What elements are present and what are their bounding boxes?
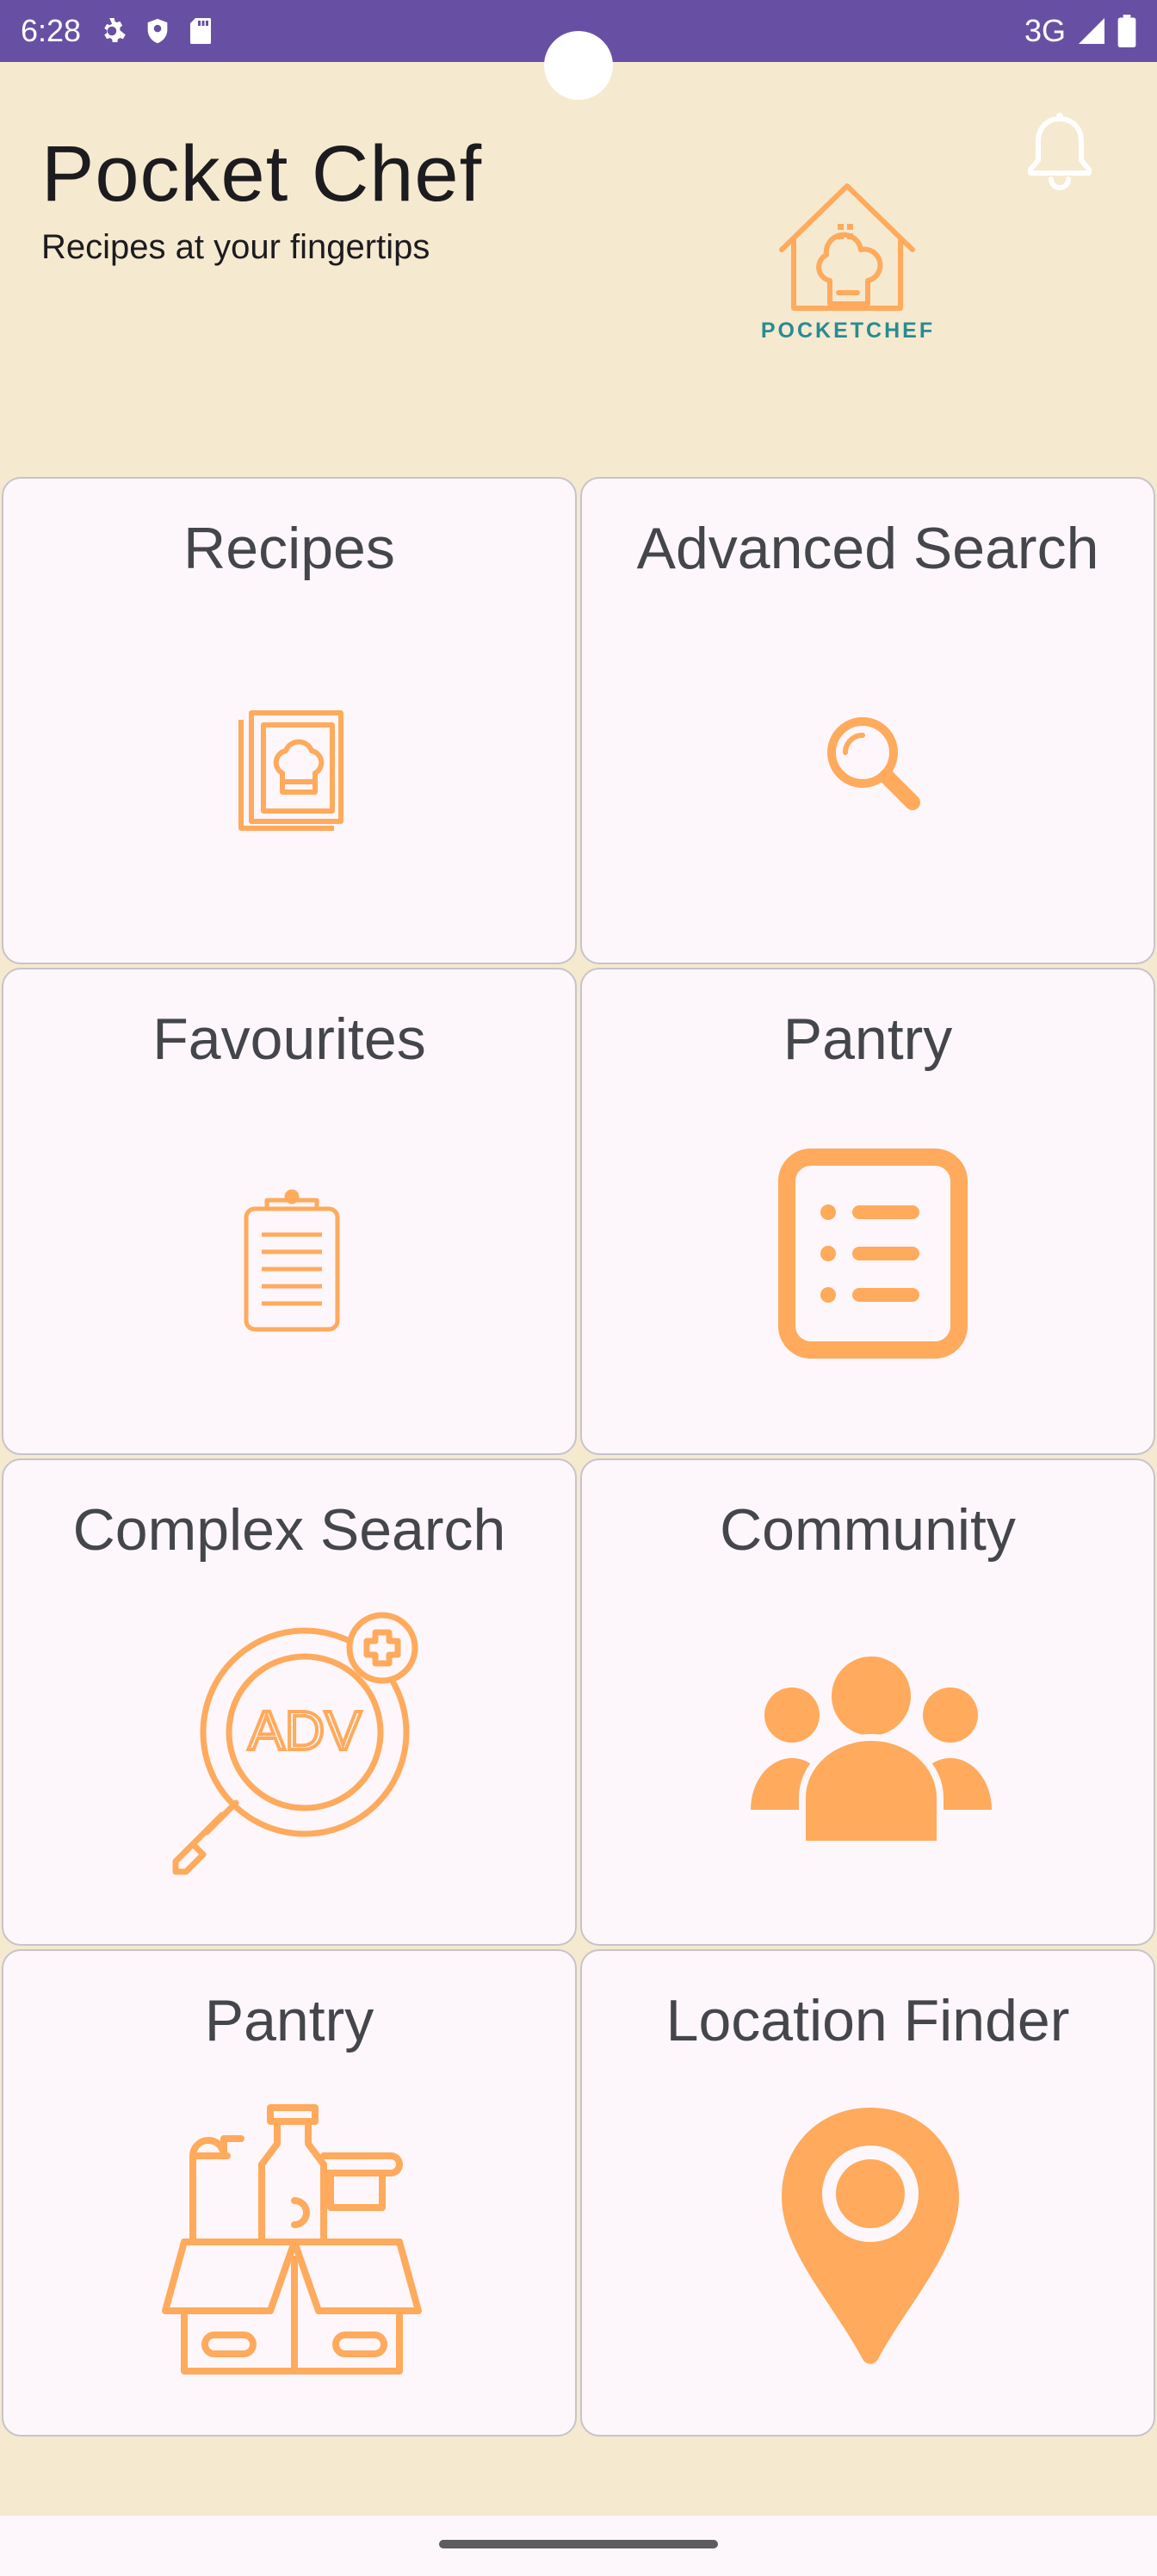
tile-pantry-grocery[interactable]: Pantry: [2, 1949, 577, 2437]
signal-icon: [1079, 18, 1104, 44]
adv-search-icon: ADV: [172, 1612, 418, 1875]
camera-cutout: [544, 31, 613, 100]
tile-recipes[interactable]: Recipes: [2, 477, 577, 964]
network-type: 3G: [1024, 13, 1066, 48]
logo-text: POCKETCHEF: [761, 319, 935, 343]
tile-community[interactable]: Community: [580, 1458, 1155, 1946]
bell-icon[interactable]: [1024, 110, 1095, 193]
svg-text:ADV: ADV: [248, 1700, 362, 1762]
pocketchef-logo: POCKETCHEF: [761, 183, 935, 343]
tile-label: Advanced Search: [636, 516, 1099, 581]
tile-location-finder[interactable]: Location Finder: [580, 1949, 1155, 2437]
list-icon: [778, 1149, 968, 1359]
location-pin-icon: [782, 2108, 959, 2364]
tile-favourites[interactable]: Favourites: [2, 968, 577, 1455]
tile-pantry-list[interactable]: Pantry: [580, 968, 1155, 1455]
tile-label: Pantry: [204, 1988, 374, 2053]
tile-label: Complex Search: [72, 1497, 506, 1563]
app-subtitle: Recipes at your fingertips: [41, 228, 430, 266]
tile-label: Favourites: [152, 1006, 426, 1072]
shield-icon: [147, 18, 168, 44]
tile-complex-search[interactable]: Complex Search ADV: [2, 1458, 577, 1946]
chef-book-icon: [238, 710, 343, 831]
battery-icon: [1117, 15, 1136, 47]
feature-grid: Recipes Advanced Search Favourites Pantr…: [0, 475, 1157, 2438]
gesture-handle[interactable]: [439, 2540, 718, 2548]
people-icon: [751, 1650, 992, 1844]
app-title: Pocket Chef: [41, 130, 483, 218]
tile-label: Community: [720, 1497, 1016, 1563]
grocery-box-icon: [162, 2104, 422, 2375]
tile-label: Location Finder: [665, 1988, 1070, 2053]
settings-icon: [104, 18, 126, 43]
tile-label: Pantry: [783, 1006, 953, 1072]
status-time: 6:28: [21, 13, 82, 48]
sd-card-icon: [190, 18, 212, 44]
tile-advanced-search[interactable]: Advanced Search: [580, 477, 1155, 964]
clipboard-icon: [244, 1189, 340, 1332]
magnifier-icon: [827, 717, 920, 810]
tile-label: Recipes: [183, 516, 395, 581]
